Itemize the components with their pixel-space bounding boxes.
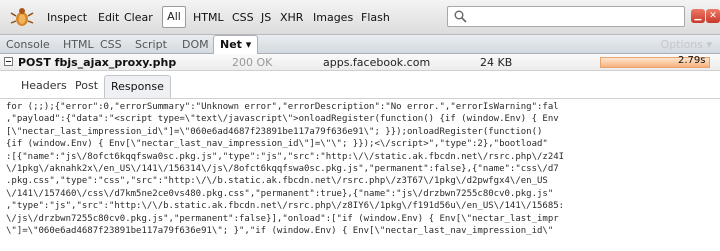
tab-net[interactable]: Net ▾ bbox=[213, 35, 259, 55]
tab-dom[interactable]: DOM bbox=[182, 38, 209, 51]
response-line: {if (window.Env) { Env[\"nectar_last_nav… bbox=[6, 139, 548, 150]
filter-flash-button[interactable]: Flash bbox=[361, 11, 390, 24]
detail-tab-bar: Headers Post Response bbox=[0, 71, 720, 99]
response-line: [\"nectar_last_impression_id\"]=\"060e6a… bbox=[6, 126, 543, 137]
panel-tab-bar: Console HTML CSS Script DOM Net ▾ Option… bbox=[0, 35, 720, 55]
filter-xhr-button[interactable]: XHR bbox=[280, 11, 303, 24]
firebug-toolbar: Inspect Edit Clear All HTML CSS JS XHR I… bbox=[0, 0, 720, 35]
tab-console[interactable]: Console bbox=[6, 38, 50, 51]
filter-css-button[interactable]: CSS bbox=[232, 11, 254, 24]
tab-html[interactable]: HTML bbox=[63, 38, 94, 51]
tab-post[interactable]: Post bbox=[75, 79, 98, 92]
options-menu[interactable]: Options ▾ bbox=[661, 38, 712, 51]
edit-button[interactable]: Edit bbox=[98, 11, 119, 24]
request-domain: apps.facebook.com bbox=[323, 56, 431, 69]
filter-js-button[interactable]: JS bbox=[261, 11, 271, 24]
response-line: ,"type":"js","src":"http:\/\/b.static.ak… bbox=[6, 201, 565, 212]
response-line: \/js\/drzbwn7255c80cv0.pkg.js","permanen… bbox=[6, 213, 559, 224]
tab-headers[interactable]: Headers bbox=[21, 79, 67, 92]
response-line: \/141\/157460\/css\/d7km5ne2ce0vs480.pkg… bbox=[6, 188, 554, 199]
clear-button[interactable]: Clear bbox=[124, 11, 153, 24]
request-row[interactable]: POST fbjs_ajax_proxy.php 200 OK apps.fac… bbox=[0, 54, 720, 71]
response-line: ,"payload":{"data":"<script type=\"text\… bbox=[6, 114, 559, 125]
search-input[interactable] bbox=[447, 6, 685, 27]
response-line: \"]=\"060e6ad4687f23891be117a79f636e91\"… bbox=[6, 225, 554, 236]
response-line: :[{"name":"js\/8ofct6kqqfswa0sc.pkg.js",… bbox=[6, 151, 565, 162]
response-line: .pkg.css","type":"css","src":"http:\/\/b… bbox=[6, 176, 548, 187]
collapse-toggle-icon[interactable] bbox=[4, 57, 13, 66]
filter-html-button[interactable]: HTML bbox=[193, 11, 224, 24]
tab-response[interactable]: Response bbox=[104, 75, 171, 98]
request-url: POST fbjs_ajax_proxy.php bbox=[18, 56, 177, 69]
inspect-button[interactable]: Inspect bbox=[47, 11, 87, 24]
tab-script[interactable]: Script bbox=[135, 38, 167, 51]
close-icon[interactable]: ✕ bbox=[706, 9, 720, 23]
request-time: 2.79s bbox=[678, 55, 706, 66]
tab-css[interactable]: CSS bbox=[100, 38, 122, 51]
request-status: 200 OK bbox=[232, 56, 273, 69]
search-icon bbox=[454, 10, 467, 23]
response-line: for (;;);{"error":0,"errorSummary":"Unkn… bbox=[6, 102, 559, 112]
request-size: 24 KB bbox=[480, 56, 513, 69]
response-line: \/1pkg\/aknahk2x\/en_US\/141\/156314\/js… bbox=[6, 163, 559, 174]
filter-all-button[interactable]: All bbox=[162, 6, 186, 28]
filter-images-button[interactable]: Images bbox=[313, 11, 353, 24]
minimize-icon[interactable]: ▁ bbox=[691, 9, 705, 23]
firebug-icon[interactable] bbox=[10, 6, 34, 28]
response-body[interactable]: for (;;);{"error":0,"errorSummary":"Unkn… bbox=[0, 100, 720, 251]
